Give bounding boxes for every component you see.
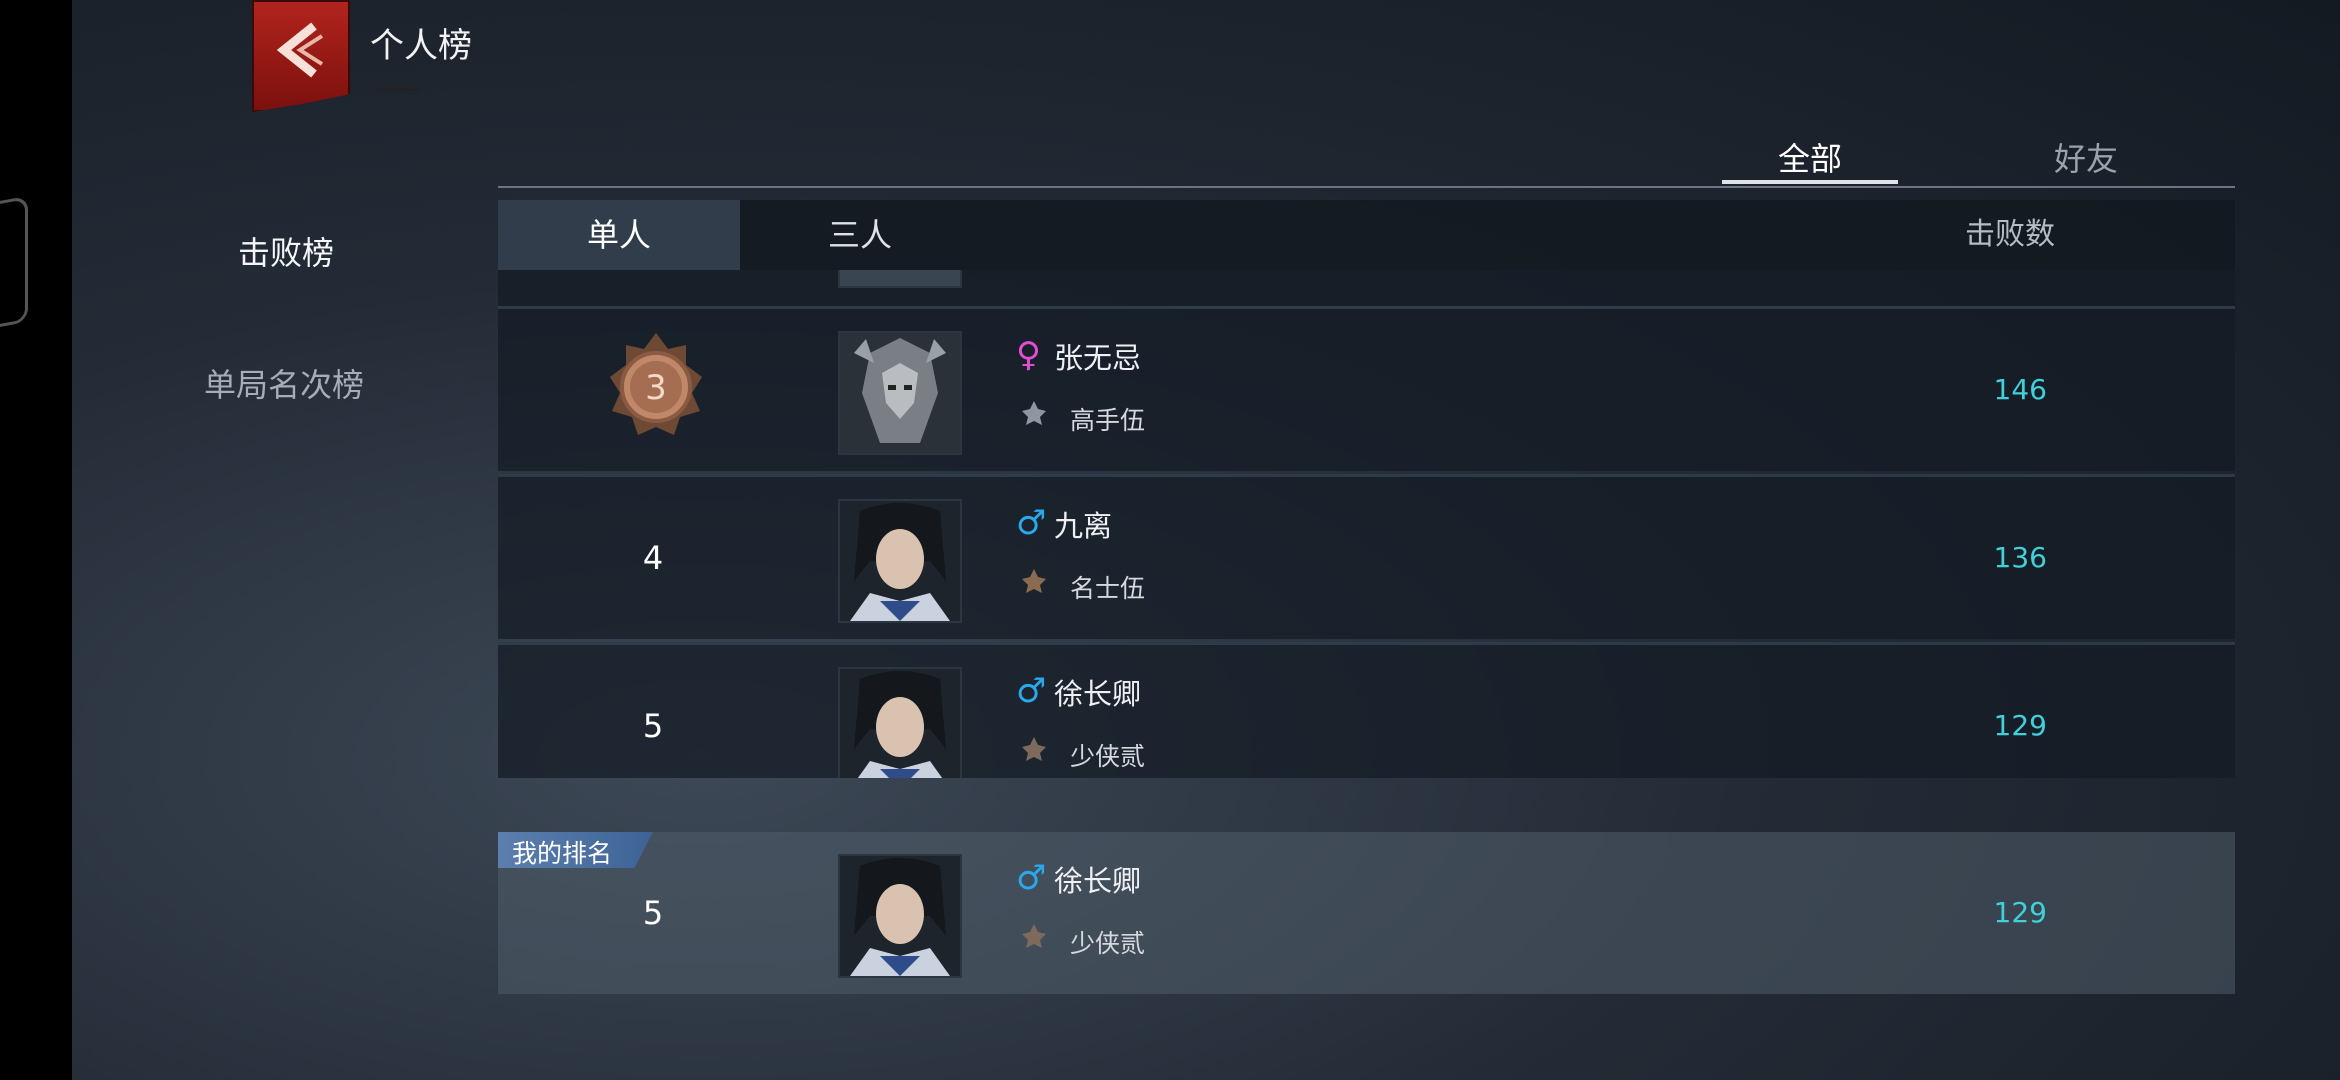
swordsman-avatar: [840, 669, 960, 778]
player-title: 少侠贰: [1070, 929, 1146, 958]
svg-text:3: 3: [645, 368, 667, 408]
tab-single[interactable]: 单人: [498, 200, 740, 270]
my-rank-badge: 我的排名: [498, 832, 653, 868]
masked-warrior-avatar: [840, 333, 960, 453]
player-title: 名士伍: [1070, 574, 1146, 603]
tab-all[interactable]: 全部: [1778, 134, 1842, 180]
female-icon: ♀: [1016, 335, 1041, 375]
rank-title-icon: [1022, 737, 1046, 761]
back-button[interactable]: [252, 0, 350, 112]
rank-number: 5: [642, 707, 664, 745]
swordsman-avatar: [840, 501, 960, 621]
device-bezel: [0, 0, 72, 1080]
table-row[interactable]: 3 ♀ 张无忌 高手伍 146: [498, 306, 2235, 471]
rank-title-icon: [1022, 569, 1046, 593]
male-icon: ♂: [1016, 671, 1047, 711]
defeat-count: 129: [1993, 709, 2047, 742]
defeat-count: 136: [1993, 541, 2047, 574]
rank-title-icon: [1022, 924, 1046, 948]
tab-friends[interactable]: 好友: [2054, 134, 2118, 180]
player-name: 九离: [1054, 509, 1113, 543]
defeat-count: 129: [1993, 896, 2047, 929]
sidebar-item-match-rank-board[interactable]: 单局名次榜: [204, 360, 364, 406]
rank-number: 4: [642, 539, 664, 577]
tab-trio[interactable]: 三人: [770, 200, 950, 270]
bezel-notch: [0, 195, 28, 331]
table-row[interactable]: 5 ♂ 徐长卿 少侠贰 129: [498, 642, 2235, 778]
player-name: 张无忌: [1054, 341, 1142, 375]
avatar[interactable]: [838, 331, 962, 455]
avatar[interactable]: [838, 667, 962, 778]
back-chevron-icon: [276, 22, 324, 78]
title-underline: [378, 88, 420, 91]
table-row[interactable]: 4 ♂ 九离 名士伍 136: [498, 474, 2235, 639]
scope-tabs: 全部 好友: [498, 120, 2235, 188]
male-icon: ♂: [1016, 858, 1047, 898]
defeat-count: 146: [1993, 373, 2047, 406]
player-title: 少侠贰: [1070, 742, 1146, 771]
bronze-medal-icon: 3: [610, 333, 702, 435]
my-rank-row[interactable]: 我的排名 5 ♂ 徐长卿 少侠贰 129: [498, 832, 2235, 994]
tab-all-indicator: [1722, 180, 1898, 184]
mode-bar: 单人 三人 击败数: [498, 200, 2235, 270]
swordsman-avatar: [840, 856, 960, 976]
rank-title-icon: [1022, 401, 1046, 425]
table-row-partial: [498, 270, 2235, 308]
avatar[interactable]: [838, 499, 962, 623]
player-name: 徐长卿: [1054, 864, 1142, 898]
page-title: 个人榜: [370, 26, 472, 66]
leaderboard-list[interactable]: 3 ♀ 张无忌 高手伍 146 4 ♂ 九离 名士伍 136 5 ♂ 徐长卿 少…: [498, 270, 2235, 778]
avatar: [838, 270, 962, 288]
player-title: 高手伍: [1070, 406, 1146, 435]
column-header-defeats: 击败数: [1965, 217, 2055, 252]
rank-number: 5: [642, 894, 664, 932]
player-name: 徐长卿: [1054, 677, 1142, 711]
my-rank-badge-label: 我的排名: [512, 839, 613, 868]
avatar[interactable]: [838, 854, 962, 978]
sidebar-item-defeat-board[interactable]: 击败榜: [238, 228, 334, 274]
male-icon: ♂: [1016, 503, 1047, 543]
